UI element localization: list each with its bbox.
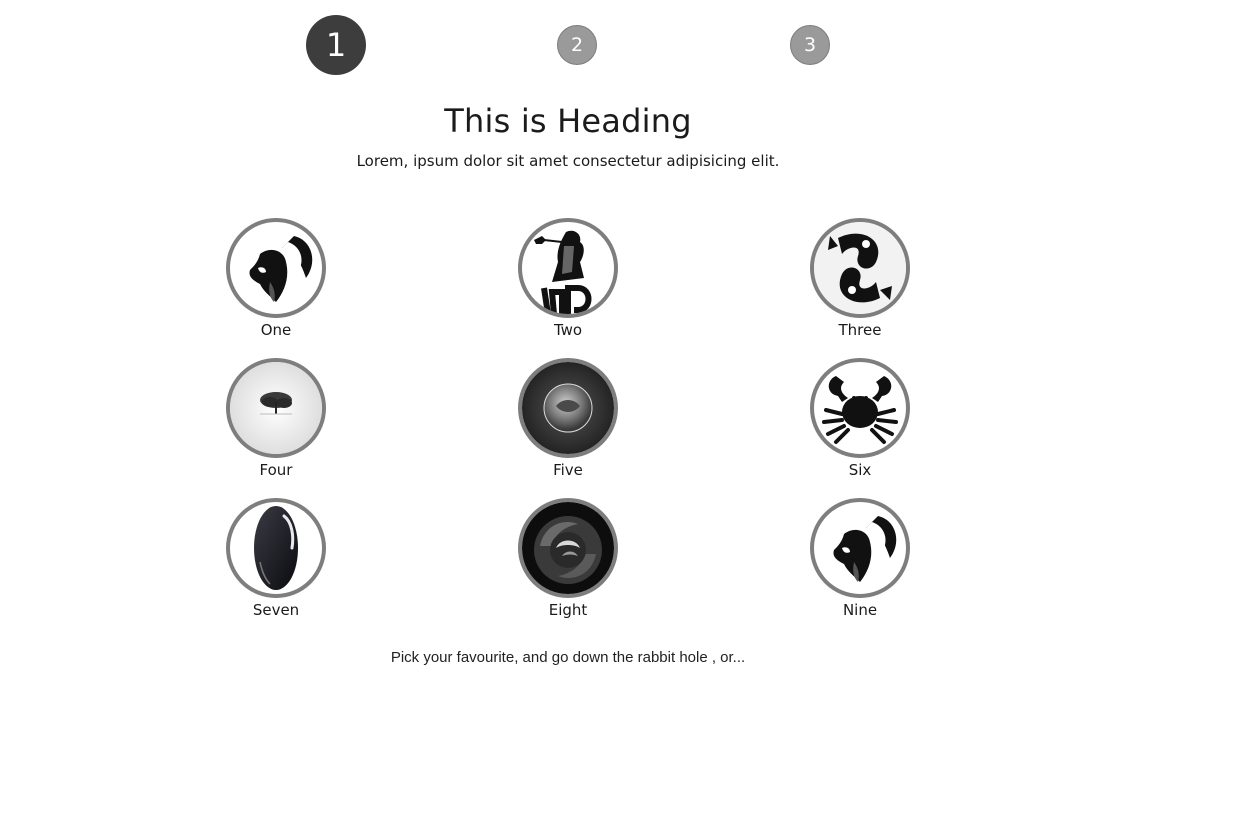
option-three-label: Three xyxy=(838,321,882,339)
option-six-image[interactable] xyxy=(810,358,910,458)
lone-tree-icon xyxy=(230,362,322,454)
page-title: This is Heading xyxy=(444,102,692,140)
pisces-fish-icon xyxy=(814,222,906,314)
option-seven[interactable]: Seven xyxy=(206,498,346,619)
option-eight-image[interactable] xyxy=(518,498,618,598)
capricorn-goat-icon xyxy=(833,516,897,582)
option-seven-image[interactable] xyxy=(226,498,326,598)
step-2-indicator[interactable]: 2 xyxy=(557,25,597,65)
option-one[interactable]: One xyxy=(206,218,346,339)
option-nine-image[interactable] xyxy=(810,498,910,598)
option-one-label: One xyxy=(260,321,292,339)
option-six[interactable]: Six xyxy=(790,358,930,479)
option-five-label: Five xyxy=(553,461,583,479)
capricorn-goat-icon xyxy=(249,236,313,302)
cancer-crab-icon xyxy=(822,376,898,444)
option-two-label: Two xyxy=(553,321,583,339)
option-four[interactable]: Four xyxy=(206,358,346,479)
page-subtitle: Lorem, ipsum dolor sit amet consectetur … xyxy=(356,152,780,170)
option-nine[interactable]: Nine xyxy=(790,498,930,619)
option-three-image[interactable] xyxy=(810,218,910,318)
option-nine-label: Nine xyxy=(842,601,878,619)
option-two[interactable]: Two xyxy=(498,218,638,339)
option-two-image[interactable] xyxy=(518,218,618,318)
crystal-ball-icon xyxy=(522,362,614,454)
option-six-label: Six xyxy=(848,461,872,479)
option-five[interactable]: Five xyxy=(498,358,638,479)
option-five-image[interactable] xyxy=(518,358,618,458)
option-three[interactable]: Three xyxy=(790,218,930,339)
option-eight-label: Eight xyxy=(548,601,588,619)
option-one-image[interactable] xyxy=(226,218,326,318)
virgo-maiden-icon xyxy=(534,230,592,314)
black-gem-icon xyxy=(254,506,298,590)
step-1-indicator[interactable]: 1 xyxy=(306,15,366,75)
option-seven-label: Seven xyxy=(252,601,300,619)
page: 1 2 3 This is Heading Lorem, ipsum dolor… xyxy=(0,0,1256,824)
option-four-label: Four xyxy=(259,461,293,479)
step-3-indicator[interactable]: 3 xyxy=(790,25,830,65)
rose-flower-icon xyxy=(522,502,614,594)
option-four-image[interactable] xyxy=(226,358,326,458)
footer-prompt: Pick your favourite, and go down the rab… xyxy=(390,649,746,666)
option-eight[interactable]: Eight xyxy=(498,498,638,619)
